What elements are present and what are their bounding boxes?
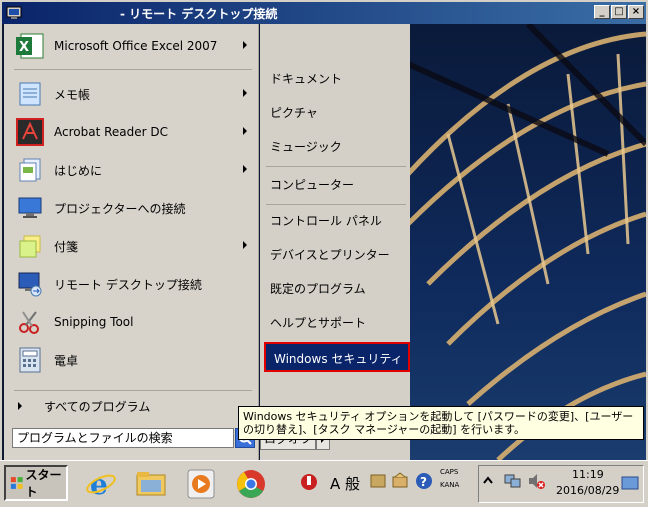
clock-date[interactable]: 2016/08/29: [556, 484, 619, 497]
submenu-arrow-icon[interactable]: [243, 89, 247, 97]
close-button[interactable]: ×: [628, 5, 644, 19]
program-label: プロジェクターへの接続: [54, 201, 186, 216]
menu-item-default-programs[interactable]: 既定のプログラム: [270, 278, 405, 300]
file-explorer-icon[interactable]: [134, 467, 168, 501]
notepad-icon: [14, 78, 46, 110]
submenu-arrow-icon[interactable]: [243, 241, 247, 249]
start-menu-places-pane: ドキュメント ピクチャ ミュージック コンピューター コントロール パネル デバ…: [260, 24, 410, 460]
scissors-icon: [14, 306, 46, 338]
ime-tools-icon[interactable]: [390, 471, 410, 491]
divider: [14, 69, 252, 70]
minimize-button[interactable]: _: [594, 5, 610, 19]
divider: [266, 204, 406, 205]
internet-explorer-icon[interactable]: e: [84, 467, 118, 501]
maximize-button[interactable]: □: [611, 5, 627, 19]
expand-arrow-icon: [18, 402, 22, 410]
menu-item-devices-printers[interactable]: デバイスとプリンター: [270, 244, 405, 266]
ime-mode-label[interactable]: A 般: [330, 473, 360, 494]
program-snipping-tool[interactable]: Snipping Tool: [8, 304, 253, 340]
media-player-icon[interactable]: [184, 467, 218, 501]
svg-text:?: ?: [420, 475, 427, 489]
sticky-notes-icon: [14, 230, 46, 262]
menu-item-documents[interactable]: ドキュメント: [270, 68, 405, 90]
svg-text:X: X: [19, 40, 29, 55]
submenu-arrow-icon[interactable]: [243, 41, 247, 49]
program-projector[interactable]: プロジェクターへの接続: [8, 190, 253, 226]
program-label: リモート デスクトップ接続: [54, 277, 202, 292]
acrobat-icon: [14, 116, 46, 148]
menu-item-windows-security[interactable]: Windows セキュリティ: [264, 342, 410, 372]
ime-toolbar-icon[interactable]: [298, 471, 320, 493]
menu-item-computer[interactable]: コンピューター: [270, 174, 405, 196]
program-excel[interactable]: X Microsoft Office Excel 2007: [8, 28, 253, 64]
all-programs-label: すべてのプログラム: [44, 399, 151, 414]
remote-desktop-icon: [14, 268, 46, 300]
tooltip: Windows セキュリティ オプションを起動して [パスワードの変更]、[ユー…: [238, 406, 644, 440]
start-label: スタート: [25, 468, 62, 499]
search-input[interactable]: プログラムとファイルの検索: [12, 428, 234, 448]
network-icon[interactable]: [502, 471, 522, 491]
divider: [14, 390, 252, 391]
svg-text:e: e: [90, 468, 108, 501]
start-menu-programs-pane: X Microsoft Office Excel 2007 メモ帳 Acroba…: [4, 24, 259, 460]
divider: [266, 166, 406, 167]
program-acrobat[interactable]: Acrobat Reader DC: [8, 114, 253, 150]
program-remote-desktop[interactable]: リモート デスクトップ接続: [8, 266, 253, 302]
menu-item-help-support[interactable]: ヘルプとサポート: [270, 312, 405, 334]
start-button[interactable]: スタート: [4, 465, 68, 501]
all-programs-button[interactable]: すべてのプログラム: [12, 394, 252, 418]
calculator-icon: [14, 344, 46, 376]
desktop-wallpaper: [408, 24, 646, 460]
getting-started-icon: [14, 154, 46, 186]
windows-logo-icon: [10, 477, 23, 489]
volume-muted-icon[interactable]: [526, 471, 546, 491]
program-label: Acrobat Reader DC: [54, 125, 168, 139]
program-label: メモ帳: [54, 87, 91, 102]
remote-desktop: X Microsoft Office Excel 2007 メモ帳 Acroba…: [2, 24, 646, 460]
kana-indicator: KANA: [440, 481, 460, 489]
menu-item-pictures[interactable]: ピクチャ: [270, 102, 405, 124]
program-label: 電卓: [54, 353, 79, 368]
taskbar: スタート e A 般 ? CAPS KANA: [0, 460, 648, 507]
program-getting-started[interactable]: はじめに: [8, 152, 253, 188]
menu-item-music[interactable]: ミュージック: [270, 136, 405, 158]
submenu-arrow-icon[interactable]: [243, 127, 247, 135]
chrome-icon[interactable]: [234, 467, 268, 501]
caps-indicator: CAPS: [440, 468, 459, 476]
program-sticky-notes[interactable]: 付箋: [8, 228, 253, 264]
clock-time[interactable]: 11:19: [572, 468, 604, 481]
show-hidden-icons-icon[interactable]: [482, 473, 494, 489]
excel-icon: X: [14, 30, 46, 62]
program-label: はじめに: [54, 163, 103, 178]
submenu-arrow-icon[interactable]: [243, 165, 247, 173]
menu-item-control-panel[interactable]: コントロール パネル: [270, 210, 405, 232]
program-notepad[interactable]: メモ帳: [8, 76, 253, 112]
start-menu: X Microsoft Office Excel 2007 メモ帳 Acroba…: [4, 24, 410, 460]
projector-icon: [14, 192, 46, 224]
title-bar[interactable]: - リモート デスクトップ接続 _ □ ×: [0, 0, 648, 24]
help-icon[interactable]: ?: [414, 471, 434, 491]
program-label: Microsoft Office Excel 2007: [54, 39, 218, 53]
window-title: - リモート デスクトップ接続: [120, 7, 278, 21]
program-calculator[interactable]: 電卓: [8, 342, 253, 378]
program-label: 付箋: [54, 239, 79, 254]
show-desktop-icon[interactable]: [620, 473, 640, 493]
remote-desktop-app-icon[interactable]: [6, 5, 22, 21]
program-label: Snipping Tool: [54, 315, 134, 329]
ime-dictionary-icon[interactable]: [368, 471, 388, 491]
